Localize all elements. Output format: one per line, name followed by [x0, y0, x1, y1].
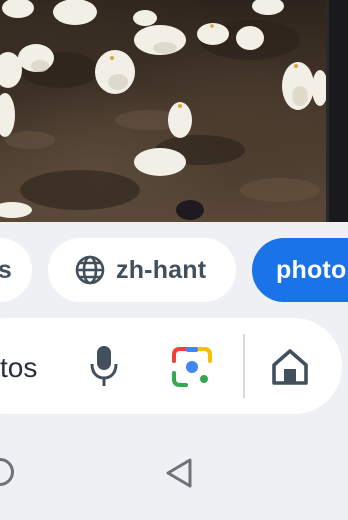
- filter-chip-prev[interactable]: s: [0, 238, 32, 302]
- globe-icon: [74, 254, 106, 286]
- next-image-edge[interactable]: [326, 0, 348, 222]
- filter-chip-photos[interactable]: photo: [252, 238, 348, 302]
- result-image[interactable]: [0, 0, 326, 222]
- filter-chip-language[interactable]: zh-hant: [48, 238, 236, 302]
- search-query-text[interactable]: tos: [0, 352, 37, 384]
- chicks-photo: [0, 0, 326, 220]
- search-divider: [243, 334, 245, 398]
- back-triangle-icon[interactable]: [162, 456, 196, 490]
- chip-label: zh-hant: [116, 255, 207, 284]
- chip-label: s: [0, 255, 12, 284]
- chip-label: photo: [276, 255, 347, 284]
- google-lens-icon[interactable]: [170, 345, 214, 389]
- mic-icon[interactable]: [84, 344, 124, 388]
- home-icon[interactable]: [268, 345, 312, 389]
- home-circle-icon[interactable]: [0, 458, 14, 486]
- screen: s zh-hant photo tos: [0, 0, 348, 520]
